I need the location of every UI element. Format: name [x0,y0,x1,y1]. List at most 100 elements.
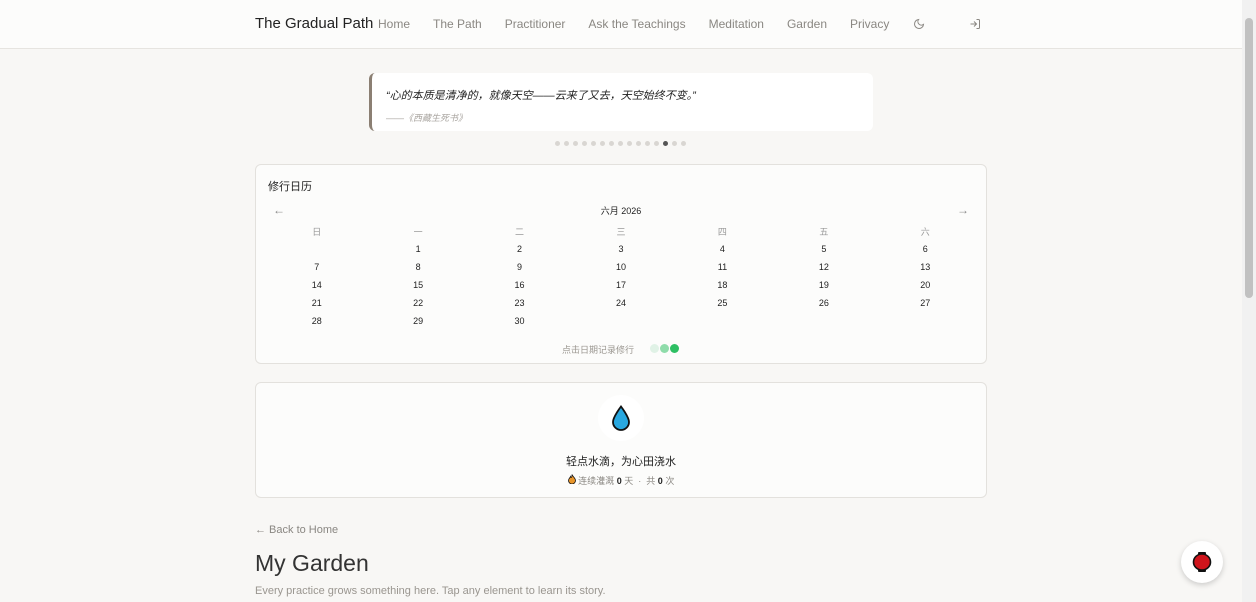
calendar-day[interactable]: 13 [875,261,976,279]
page-title: My Garden [255,550,369,576]
nav-home[interactable]: Home [378,17,410,31]
carousel-dot[interactable] [555,141,560,146]
carousel-dot[interactable] [681,141,686,146]
calendar-day[interactable]: 4 [672,243,773,261]
carousel-dot[interactable] [636,141,641,146]
lantern-icon [1192,552,1212,572]
brand-title[interactable]: The Gradual Path [255,15,373,32]
weekday-header: 二 [515,227,525,237]
carousel-dot[interactable] [654,141,659,146]
calendar-day[interactable]: 14 [266,279,367,297]
nav-meditation[interactable]: Meditation [709,17,764,31]
back-to-home-link[interactable]: ← Back to Home [255,524,338,536]
calendar-day[interactable]: 6 [875,243,976,261]
total-label: 共 [646,476,656,486]
quote-source: ——《西藏生死书》 [386,113,468,123]
carousel-dot[interactable] [672,141,677,146]
legend-swatch [660,344,669,353]
carousel-dot[interactable] [627,141,632,146]
streak-count: 0 [616,476,622,486]
calendar-grid: 日一二三四五六 1 2 3 4 5 6 7 8 9 10 11 12 13 14 15 16 17 18 19 20 21… [266,225,976,333]
nav-garden[interactable]: Garden [787,17,827,31]
carousel-dot[interactable] [564,141,569,146]
calendar-day[interactable]: 9 [469,261,570,279]
weekday-header: 五 [819,227,829,237]
calendar-day[interactable]: 15 [367,279,468,297]
weekday-header: 一 [413,227,423,237]
calendar-day[interactable]: 25 [672,297,773,315]
quote-card: “心的本质是清净的，就像天空——云来了又去，天空始终不变。” ——《西藏生死书》 [369,73,873,131]
nav-the-path[interactable]: The Path [433,17,482,31]
water-drop-icon [612,405,630,431]
scrollbar-thumb[interactable] [1245,18,1253,298]
streak-unit: 天 [624,476,634,486]
moon-icon[interactable] [909,14,929,34]
calendar-day[interactable]: 26 [773,297,874,315]
calendar-day[interactable]: 29 [367,315,468,333]
calendar-hint: 点击日期记录修行 [561,344,634,355]
calendar-day[interactable]: 8 [367,261,468,279]
practice-calendar: 修行日历 ← 六月 2026 → 日一二三四五六 1 2 3 4 5 6 7 8 9 10 11 12 1… [255,164,987,364]
quote-carousel-dots [555,141,686,146]
legend-swatch [650,344,659,353]
top-navigation-bar: The Gradual Path Home The Path Practitio… [0,0,1242,49]
login-icon[interactable] [965,14,985,34]
nav-practitioner[interactable]: Practitioner [505,17,566,31]
calendar-day[interactable]: 5 [773,243,874,261]
page-subtitle: Every practice grows something here. Tap… [255,585,606,597]
calendar-day[interactable]: 24 [570,297,671,315]
carousel-dot[interactable] [600,141,605,146]
total-count: 0 [657,476,663,486]
calendar-day[interactable]: 18 [672,279,773,297]
weekday-header: 三 [616,227,626,237]
calendar-day[interactable]: 12 [773,261,874,279]
weekday-header: 日 [312,227,322,237]
carousel-dot[interactable] [618,141,623,146]
streak-label: 连续灌溉 [578,476,615,486]
calendar-day[interactable]: 17 [570,279,671,297]
calendar-title: 修行日历 [268,181,312,193]
calendar-day[interactable]: 19 [773,279,874,297]
fire-icon [567,474,579,486]
water-stats: 连续灌溉 0 天 · 共 0 次 [256,474,986,487]
total-unit: 次 [665,476,675,486]
main-nav: Home The Path Practitioner Ask the Teach… [378,17,912,31]
calendar-day[interactable]: 28 [266,315,367,333]
water-prompt: 轻点水滴，为心田浇水 [566,456,676,468]
calendar-day[interactable]: 21 [266,297,367,315]
calendar-day[interactable]: 16 [469,279,570,297]
calendar-day[interactable]: 23 [469,297,570,315]
page-scrollbar[interactable] [1242,0,1256,602]
calendar-footer: 点击日期记录修行 [256,340,986,358]
next-month-button[interactable]: → [957,203,969,217]
nav-ask-the-teachings[interactable]: Ask the Teachings [588,17,685,31]
water-drop-button[interactable] [598,395,644,441]
carousel-dot[interactable] [582,141,587,146]
lantern-button[interactable] [1181,541,1223,583]
calendar-day[interactable]: 1 [367,243,468,261]
carousel-dot[interactable] [591,141,596,146]
empty-day-cell [266,243,367,261]
calendar-day[interactable]: 22 [367,297,468,315]
calendar-day[interactable]: 27 [875,297,976,315]
weekday-header: 四 [717,227,727,237]
calendar-day[interactable]: 3 [570,243,671,261]
quote-text: “心的本质是清净的，就像天空——云来了又去，天空始终不变。” [386,90,696,102]
intensity-legend [650,340,680,358]
watering-card: 轻点水滴，为心田浇水 连续灌溉 0 天 · 共 0 次 [255,382,987,498]
nav-privacy[interactable]: Privacy [850,17,889,31]
carousel-dot[interactable] [609,141,614,146]
calendar-day[interactable]: 2 [469,243,570,261]
weekday-header: 六 [920,227,930,237]
calendar-day[interactable]: 20 [875,279,976,297]
calendar-day[interactable]: 10 [570,261,671,279]
legend-swatch [670,344,679,353]
carousel-dot[interactable] [645,141,650,146]
calendar-day[interactable]: 30 [469,315,570,333]
calendar-day[interactable]: 7 [266,261,367,279]
stats-separator: · [638,476,642,486]
calendar-month-label: 六月 2026 [600,206,642,216]
calendar-day[interactable]: 11 [672,261,773,279]
carousel-dot[interactable] [573,141,578,146]
carousel-dot[interactable] [663,141,668,146]
